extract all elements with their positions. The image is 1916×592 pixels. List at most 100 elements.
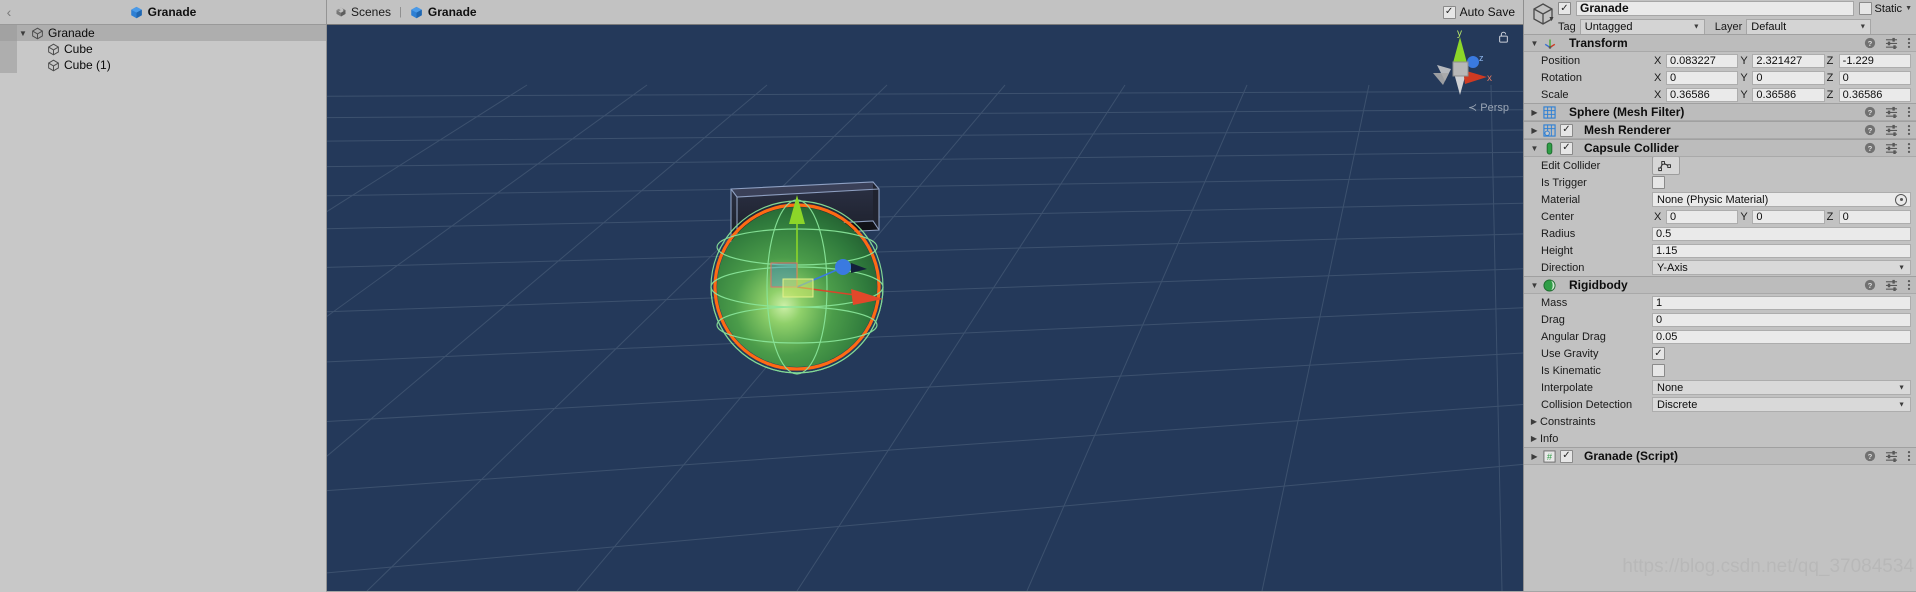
help-icon[interactable]: ? [1864,106,1876,118]
angular-drag-input[interactable]: 0.05 [1652,329,1911,344]
collision-detection-dropdown[interactable]: Discrete ▼ [1652,397,1911,412]
drag-input[interactable]: 0 [1652,312,1911,327]
chevron-down-icon: ▼ [1898,401,1905,408]
preset-icon[interactable] [1885,279,1898,291]
preset-icon[interactable] [1885,142,1898,154]
direction-dropdown[interactable]: Y-Axis ▼ [1652,260,1911,275]
interpolate-dropdown[interactable]: None ▼ [1652,380,1911,395]
is-kinematic-checkbox[interactable]: ✓ [1652,364,1665,377]
edit-collider-button[interactable] [1652,156,1680,175]
mass-input[interactable]: 1 [1652,295,1911,310]
hierarchy-row-gutter [0,41,17,57]
chevron-down-icon[interactable]: ▼ [1528,39,1541,48]
component-header-capsule-collider[interactable]: ▼ ✓ Capsule Collider? [1524,139,1916,157]
center-z-input[interactable]: 0 [1838,209,1911,224]
preset-icon[interactable] [1885,106,1898,118]
chevron-right-icon[interactable]: ▶ [1528,417,1540,426]
auto-save-checkbox[interactable]: ✓ [1442,5,1456,19]
help-icon[interactable]: ? [1864,124,1876,136]
help-icon[interactable]: ? [1864,450,1876,462]
help-icon[interactable]: ? [1864,279,1876,291]
position-x-input[interactable]: 0.083227 [1666,53,1739,68]
component-header-granade-script[interactable]: ▶ # ✓ Granade (Script)? [1524,447,1916,465]
projection-mode-label[interactable]: ≺ Persp [1468,101,1509,114]
rotation-z-input[interactable]: 0 [1838,70,1911,85]
center-x-input[interactable]: 0 [1666,209,1739,224]
scale-z-input[interactable]: 0.36586 [1838,87,1911,102]
object-picker-icon[interactable] [1895,193,1907,206]
component-header-transform[interactable]: ▼ Transform? [1524,34,1916,52]
chevron-right-icon[interactable]: ▶ [1528,434,1540,443]
hierarchy-tab[interactable]: Granade [0,0,326,24]
collision-detection-value: Discrete [1657,398,1698,411]
position-y-input[interactable]: 2.321427 [1752,53,1825,68]
kebab-icon[interactable] [1907,37,1911,49]
prefab-cube-icon [45,59,61,72]
breadcrumb-scenes[interactable]: Scenes [335,5,391,19]
component-header-tools: ? [1864,104,1911,120]
kebab-icon[interactable] [1907,142,1911,154]
tag-dropdown[interactable]: Untagged ▼ [1579,19,1705,35]
foldout-info[interactable]: ▶ Info [1524,430,1916,447]
rotation-x-input[interactable]: 0 [1666,70,1739,85]
component-title: Mesh Renderer [1584,123,1671,137]
hierarchy-item-granade[interactable]: ▼ Granade [0,25,326,41]
property-label: Collision Detection [1541,398,1633,411]
preset-icon[interactable] [1885,450,1898,462]
kebab-icon[interactable] [1907,450,1911,462]
scale-y-input[interactable]: 0.36586 [1752,87,1825,102]
scene-view-axis-gizmo[interactable]: y x z [1425,29,1495,109]
chevron-down-icon[interactable]: ▼ [17,29,29,38]
kebab-icon[interactable] [1907,124,1911,136]
component-enabled-checkbox[interactable]: ✓ [1560,449,1573,463]
material-object-field[interactable]: None (Physic Material) [1652,192,1911,207]
chevron-down-icon: ▼ [1859,23,1867,31]
kebab-icon[interactable] [1907,106,1911,118]
use-gravity-checkbox[interactable]: ✓ [1652,347,1665,360]
component-header-mesh-filter[interactable]: ▶ Sphere (Mesh Filter)? [1524,103,1916,121]
component-list: ▼ Transform? Position X 0.083227 Y 2.321427 Z -1… [1524,34,1916,465]
component-enabled-checkbox[interactable]: ✓ [1560,141,1573,155]
component-enabled-checkbox[interactable]: ✓ [1560,123,1573,137]
object-name-field[interactable]: Granade [1576,1,1854,16]
help-icon[interactable]: ? [1864,37,1876,49]
hierarchy-item-cube[interactable]: Cube [0,41,326,57]
height-input[interactable]: 1.15 [1652,243,1911,258]
hierarchy-tree[interactable]: ▼ Granade Cube Cube (1) [0,25,326,592]
auto-save-toggle[interactable]: ✓ Auto Save [1442,0,1515,24]
property-label: Is Trigger [1541,176,1587,189]
component-header-rigidbody[interactable]: ▼ Rigidbody? [1524,276,1916,294]
chevron-down-icon[interactable]: ▼ [1548,16,1555,23]
chevron-down-icon[interactable]: ▼ [1905,5,1912,12]
property-row-use-gravity: Use Gravity ✓ [1524,345,1916,362]
foldout-constraints[interactable]: ▶ Constraints [1524,413,1916,430]
svg-text:?: ? [1868,452,1873,461]
chevron-down-icon[interactable]: ▼ [1528,281,1541,290]
chevron-right-icon[interactable]: ▶ [1528,126,1541,135]
preset-icon[interactable] [1885,124,1898,136]
kebab-icon[interactable] [1907,279,1911,291]
help-icon[interactable]: ? [1864,142,1876,154]
scene-viewport[interactable]: y x z ≺ Persp [327,25,1523,591]
object-enabled-checkbox[interactable]: ✓ [1558,2,1571,15]
chevron-right-icon[interactable]: ▶ [1528,452,1541,461]
static-toggle[interactable]: ✓ Static ▼ [1858,2,1912,15]
is-trigger-checkbox[interactable]: ✓ [1652,176,1665,189]
layer-dropdown[interactable]: Default ▼ [1746,19,1872,35]
lock-icon[interactable] [1498,31,1509,43]
scale-x-input[interactable]: 0.36586 [1666,87,1739,102]
rotation-y-input[interactable]: 0 [1752,70,1825,85]
preset-icon[interactable] [1885,37,1898,49]
position-z-input[interactable]: -1.229 [1838,53,1911,68]
chevron-right-icon[interactable]: ▶ [1528,108,1541,117]
hierarchy-item-cube-1[interactable]: Cube (1) [0,57,326,73]
chevron-down-icon[interactable]: ▼ [1528,144,1541,153]
axis-label: Y [1740,88,1748,101]
hierarchy-item-label: Granade [48,26,95,40]
center-y-input[interactable]: 0 [1752,209,1825,224]
svg-text:z: z [1479,53,1484,63]
breadcrumb-object[interactable]: Granade [410,5,477,19]
radius-input[interactable]: 0.5 [1652,226,1911,241]
component-header-mesh-renderer[interactable]: ▶ ✓ Mesh Renderer? [1524,121,1916,139]
static-checkbox[interactable]: ✓ [1858,2,1872,15]
